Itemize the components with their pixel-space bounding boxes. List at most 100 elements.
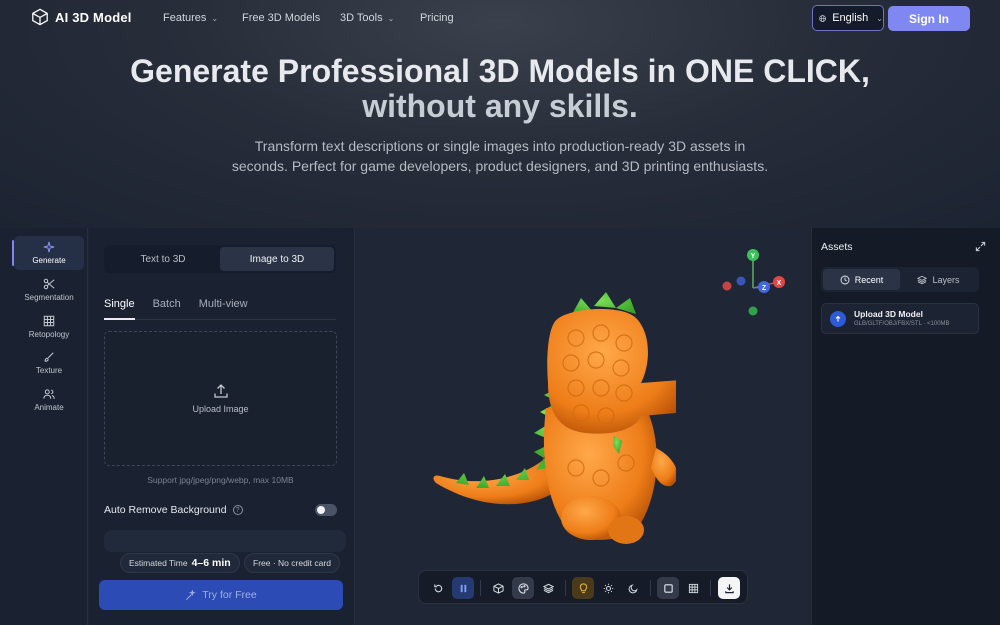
mode-switch: Text to 3D Image to 3D xyxy=(104,245,336,273)
brand-name: AI 3D Model xyxy=(55,9,132,25)
magic-wand-icon xyxy=(186,589,197,600)
tab-multi-view[interactable]: Multi-view xyxy=(199,298,248,320)
nav-free-3d-models[interactable]: Free 3D Models xyxy=(242,12,320,24)
3d-viewport[interactable]: Y X Z xyxy=(356,228,810,625)
tab-single[interactable]: Single xyxy=(104,298,135,320)
layers-view-button[interactable] xyxy=(537,577,559,599)
background-plain-button[interactable] xyxy=(657,577,679,599)
free-chip-label: Free · No credit card xyxy=(253,558,331,568)
try-for-free-label: Try for Free xyxy=(202,589,257,601)
globe-icon xyxy=(819,14,826,22)
free-chip: Free · No credit card xyxy=(244,553,340,573)
rail-item-generate[interactable]: Generate xyxy=(12,236,84,270)
rail-item-animate[interactable]: Animate xyxy=(14,383,84,417)
gizmo-neg-x[interactable] xyxy=(722,281,732,291)
brand-logo[interactable]: AI 3D Model xyxy=(31,8,132,26)
hero-title: Generate Professional 3D Models in ONE C… xyxy=(0,54,1000,124)
rail-item-label: Texture xyxy=(35,366,63,375)
nav-pricing-label: Pricing xyxy=(420,12,454,24)
rail-item-segmentation[interactable]: Segmentation xyxy=(14,273,84,307)
pause-rotation-button[interactable] xyxy=(452,577,474,599)
lighting-button[interactable] xyxy=(572,577,594,599)
solid-view-button[interactable] xyxy=(487,577,509,599)
gizmo-x-label: X xyxy=(777,280,782,287)
layers-icon xyxy=(917,275,928,284)
dinosaur-model xyxy=(433,292,676,544)
toolbar-divider xyxy=(650,580,651,596)
language-select[interactable]: English ⌄ xyxy=(812,5,884,31)
light-mode-button[interactable] xyxy=(597,577,619,599)
upload-3d-model-formats: GLB/GLTF/OBJ/FBX/STL · <100MB xyxy=(854,321,950,327)
brush-icon xyxy=(44,352,54,362)
nav-features[interactable]: Features ⌄ xyxy=(163,12,218,24)
toolbar-divider xyxy=(480,580,481,596)
nav-3d-tools[interactable]: 3D Tools ⌄ xyxy=(340,12,394,24)
tool-rail: Generate Segmentation Retopology Texture… xyxy=(0,228,88,625)
toolbar-divider xyxy=(710,580,711,596)
upload-3d-model-title: Upload 3D Model xyxy=(854,309,923,319)
auto-remove-background-row: Auto Remove Background ? xyxy=(104,502,337,518)
people-icon xyxy=(43,389,55,399)
chevron-down-icon: ⌄ xyxy=(387,13,395,23)
background-grid-button[interactable] xyxy=(682,577,704,599)
expand-icon[interactable] xyxy=(975,241,986,252)
pause-icon xyxy=(460,584,466,592)
clock-icon xyxy=(840,275,850,284)
reset-icon xyxy=(433,583,442,592)
chevron-down-icon: ⌄ xyxy=(211,13,219,23)
upload-3d-model-card[interactable]: Upload 3D Model GLB/GLTF/OBJ/FBX/STL · <… xyxy=(821,303,979,334)
reset-view-button[interactable] xyxy=(427,577,449,599)
hero-subtitle: Transform text descriptions or single im… xyxy=(231,138,769,174)
tab-text-to-3d[interactable]: Text to 3D xyxy=(106,247,220,271)
generate-panel: Text to 3D Image to 3D Single Batch Mult… xyxy=(89,228,355,625)
toolbar-divider xyxy=(565,580,566,596)
gizmo-neg-y[interactable] xyxy=(748,306,758,316)
gizmo-z-label: Z xyxy=(762,285,767,292)
hero-title-line2: without any skills. xyxy=(362,88,638,124)
assets-panel: Assets Recent Layers Upload 3D Model GLB… xyxy=(811,228,1000,625)
viewport-toolbar xyxy=(418,570,748,604)
tab-layers-label: Layers xyxy=(932,274,960,285)
support-formats-text: Support jpg/jpeg/png/webp, max 10MB xyxy=(147,475,294,485)
language-label: English xyxy=(832,12,869,24)
try-for-free-button[interactable]: Try for Free xyxy=(99,580,343,610)
nav-pricing[interactable]: Pricing xyxy=(420,12,454,24)
rail-item-retopology[interactable]: Retopology xyxy=(14,310,84,344)
wireframe-icon xyxy=(688,583,698,593)
upload-image-dropzone[interactable]: Upload Image xyxy=(104,331,337,466)
upload-icon xyxy=(213,384,228,398)
upload-image-label: Upload Image xyxy=(192,404,249,414)
rail-item-texture[interactable]: Texture xyxy=(14,346,84,380)
tab-image-to-3d[interactable]: Image to 3D xyxy=(220,247,334,271)
tab-recent-label: Recent xyxy=(854,274,884,285)
square-icon xyxy=(663,583,673,593)
info-icon[interactable]: ? xyxy=(232,505,243,515)
download-button[interactable] xyxy=(718,577,740,599)
download-icon xyxy=(724,583,734,593)
rail-item-label: Retopology xyxy=(28,330,70,339)
moon-icon xyxy=(628,583,638,593)
sun-icon xyxy=(603,583,613,593)
tab-recent[interactable]: Recent xyxy=(823,269,900,290)
chevron-down-icon: ⌄ xyxy=(876,13,883,23)
nav-features-label: Features xyxy=(163,12,207,24)
cube-icon xyxy=(492,582,504,594)
tab-batch[interactable]: Batch xyxy=(153,298,181,320)
axis-gizmo[interactable]: Y X Z xyxy=(716,246,796,326)
nav-free-3d-models-label: Free 3D Models xyxy=(242,12,321,24)
dark-mode-button[interactable] xyxy=(622,577,644,599)
auto-remove-background-toggle[interactable] xyxy=(315,504,337,516)
texture-view-button[interactable] xyxy=(512,577,534,599)
hero-title-line1: Generate Professional 3D Models in ONE C… xyxy=(130,53,870,89)
rail-item-label: Segmentation xyxy=(24,293,74,302)
sign-in-button[interactable]: Sign In xyxy=(888,6,970,31)
estimated-time-value: 4–6 min xyxy=(191,557,231,569)
assets-title: Assets xyxy=(821,241,853,253)
top-nav: AI 3D Model Features ⌄ Free 3D Models 3D… xyxy=(0,0,1000,38)
scissors-icon xyxy=(43,278,55,290)
input-subtabs: Single Batch Multi-view xyxy=(104,298,336,320)
rail-item-label: Generate xyxy=(32,256,66,265)
tab-layers[interactable]: Layers xyxy=(900,269,977,290)
gizmo-neg-z[interactable] xyxy=(736,276,746,286)
estimated-time-label: Estimated Time xyxy=(129,558,188,568)
